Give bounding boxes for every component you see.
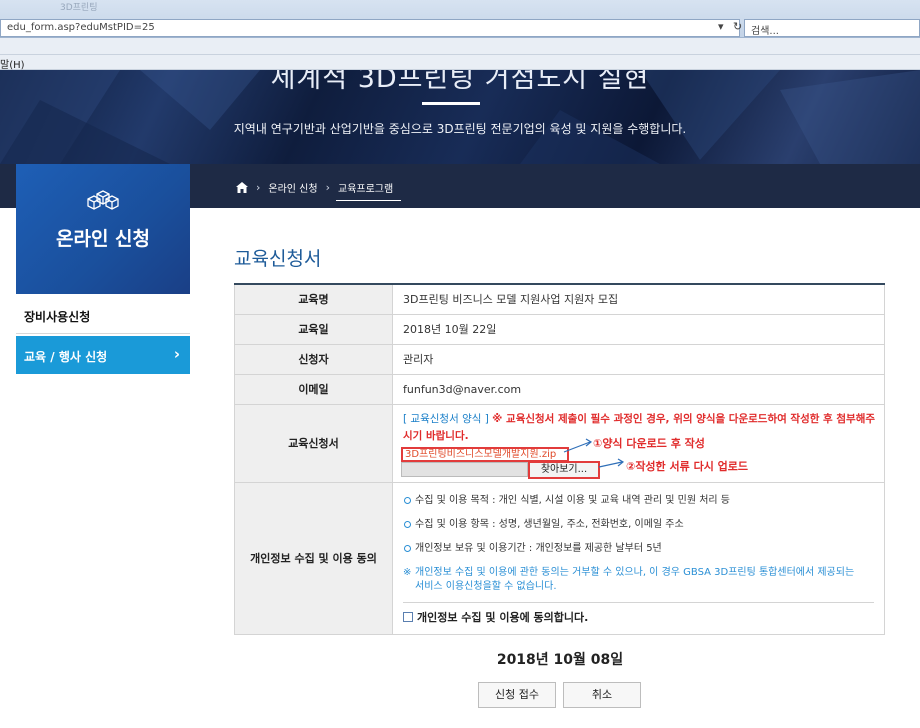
attached-file-name[interactable]: 3D프린팅비즈니스모델개발지원.zip bbox=[401, 446, 569, 462]
privacy-item: 수집 및 이용 목적 : 개인 식별, 시설 이용 및 교육 내역 관리 및 민… bbox=[403, 494, 874, 508]
breadcrumb-item-program[interactable]: 교육프로그램 bbox=[335, 180, 402, 201]
sidebar-item-label: 교육 / 행사 신청 bbox=[24, 350, 108, 364]
hero-banner: 세계적 3D프린팅 거점도시 실현 지역내 연구기반과 산업기반을 중심으로 3… bbox=[0, 70, 920, 164]
table-row: 개인정보 수집 및 이용 동의 수집 및 이용 목적 : 개인 식별, 시설 이… bbox=[234, 481, 885, 635]
row-label: 교육일 bbox=[234, 313, 393, 345]
browse-button[interactable]: 찾아보기... bbox=[528, 460, 600, 479]
privacy-divider bbox=[403, 601, 874, 603]
row-label: 이메일 bbox=[234, 373, 393, 405]
page-title: 교육신청서 bbox=[234, 248, 322, 270]
annotation-step1: ①양식 다운로드 후 작성 bbox=[593, 437, 705, 450]
cubes-icon bbox=[87, 190, 119, 210]
sidebar-item-education[interactable]: 교육 / 행사 신청 › bbox=[16, 336, 190, 374]
privacy-item: 수집 및 이용 항목 : 성명, 생년월일, 주소, 전화번호, 이메일 주소 bbox=[403, 518, 874, 532]
privacy-agree-checkbox[interactable]: 개인정보 수집 및 이용에 동의합니다. bbox=[403, 609, 874, 629]
breadcrumb: › 온라인 신청 › 교육프로그램 bbox=[236, 179, 402, 201]
sidebar-header: 온라인 신청 bbox=[16, 164, 190, 294]
table-row: 교육일 2018년 10월 22일 bbox=[234, 313, 885, 345]
chevron-right-icon: › bbox=[173, 345, 180, 363]
sidebar-title: 온라인 신청 bbox=[55, 228, 150, 250]
privacy-cell: 수집 및 이용 목적 : 개인 식별, 시설 이용 및 교육 내역 관리 및 민… bbox=[392, 481, 885, 635]
chevron-right-icon: › bbox=[325, 180, 330, 194]
application-form-table: 교육명 3D프린팅 비즈니스 모델 지원사업 지원자 모집 교육일 2018년 … bbox=[234, 283, 885, 635]
url-tools: ▾ ↻ bbox=[712, 19, 742, 37]
sidebar-item-equipment[interactable]: 장비사용신청 bbox=[16, 296, 190, 334]
breadcrumb-item-online[interactable]: 온라인 신청 bbox=[268, 180, 317, 195]
url-input[interactable]: edu_form.asp?eduMstPID=25 bbox=[0, 19, 740, 37]
hero-title-rule bbox=[422, 102, 480, 105]
home-icon[interactable] bbox=[236, 181, 248, 193]
row-value: 관리자 bbox=[392, 343, 885, 375]
row-label: 교육신청서 bbox=[234, 403, 393, 483]
menu-help[interactable]: 말(H) bbox=[0, 56, 25, 71]
ghost-tab-label: 3D프린팅 bbox=[60, 3, 98, 12]
chevron-right-icon: › bbox=[256, 180, 261, 194]
cancel-button[interactable]: 취소 bbox=[563, 682, 641, 708]
hero-title: 세계적 3D프린팅 거점도시 실현 bbox=[270, 70, 650, 94]
browser-address-bar: 3D프린팅 edu_form.asp?eduMstPID=25 ▾ ↻ 검색..… bbox=[0, 0, 920, 38]
browser-menu-bar: 말(H) bbox=[0, 38, 920, 71]
table-row: 신청자 관리자 bbox=[234, 343, 885, 375]
table-row: 교육신청서 [ 교육신청서 양식 ] ※ 교육신청서 제출이 필수 과정인 경우… bbox=[234, 403, 885, 483]
row-label: 교육명 bbox=[234, 283, 393, 315]
form-template-link[interactable]: [ 교육신청서 양식 ] bbox=[403, 413, 489, 425]
hero-description: 지역내 연구기반과 산업기반을 중심으로 3D프린팅 전문기업의 육성 및 지원… bbox=[233, 122, 687, 136]
privacy-note-line2: 서비스 이용신청을할 수 없습니다. bbox=[415, 580, 557, 592]
privacy-agree-label: 개인정보 수집 및 이용에 동의합니다. bbox=[417, 610, 589, 624]
row-value: 3D프린팅 비즈니스 모델 지원사업 지원자 모집 bbox=[392, 283, 885, 315]
row-label: 개인정보 수집 및 이용 동의 bbox=[234, 481, 393, 635]
file-input[interactable] bbox=[401, 461, 528, 477]
privacy-list: 수집 및 이용 목적 : 개인 식별, 시설 이용 및 교육 내역 관리 및 민… bbox=[403, 488, 874, 594]
table-row: 교육명 3D프린팅 비즈니스 모델 지원사업 지원자 모집 bbox=[234, 283, 885, 315]
menu-divider bbox=[0, 54, 920, 55]
privacy-note: 개인정보 수집 및 이용에 관한 동의는 거부할 수 있으나, 이 경우 GBS… bbox=[403, 566, 874, 594]
sidebar-item-label: 장비사용신청 bbox=[24, 310, 91, 324]
row-value: 2018년 10월 22일 bbox=[392, 313, 885, 345]
table-row: 이메일 funfun3d@naver.com bbox=[234, 373, 885, 405]
checkbox-icon[interactable] bbox=[403, 611, 413, 622]
dropdown-icon[interactable]: ▾ bbox=[718, 20, 724, 33]
refresh-icon[interactable]: ↻ bbox=[733, 20, 742, 33]
browser-search-input[interactable]: 검색... bbox=[744, 19, 920, 37]
privacy-note-line1: 개인정보 수집 및 이용에 관한 동의는 거부할 수 있으나, 이 경우 GBS… bbox=[415, 566, 855, 578]
privacy-item: 개인정보 보유 및 이용기간 : 개인정보를 제공한 날부터 5년 bbox=[403, 542, 874, 556]
application-date: 2018년 10월 08일 bbox=[496, 652, 624, 668]
row-label: 신청자 bbox=[234, 343, 393, 375]
submit-button[interactable]: 신청 접수 bbox=[478, 682, 556, 708]
annotation-step2: ②작성한 서류 다시 업로드 bbox=[626, 460, 749, 473]
row-value: funfun3d@naver.com bbox=[392, 373, 885, 405]
